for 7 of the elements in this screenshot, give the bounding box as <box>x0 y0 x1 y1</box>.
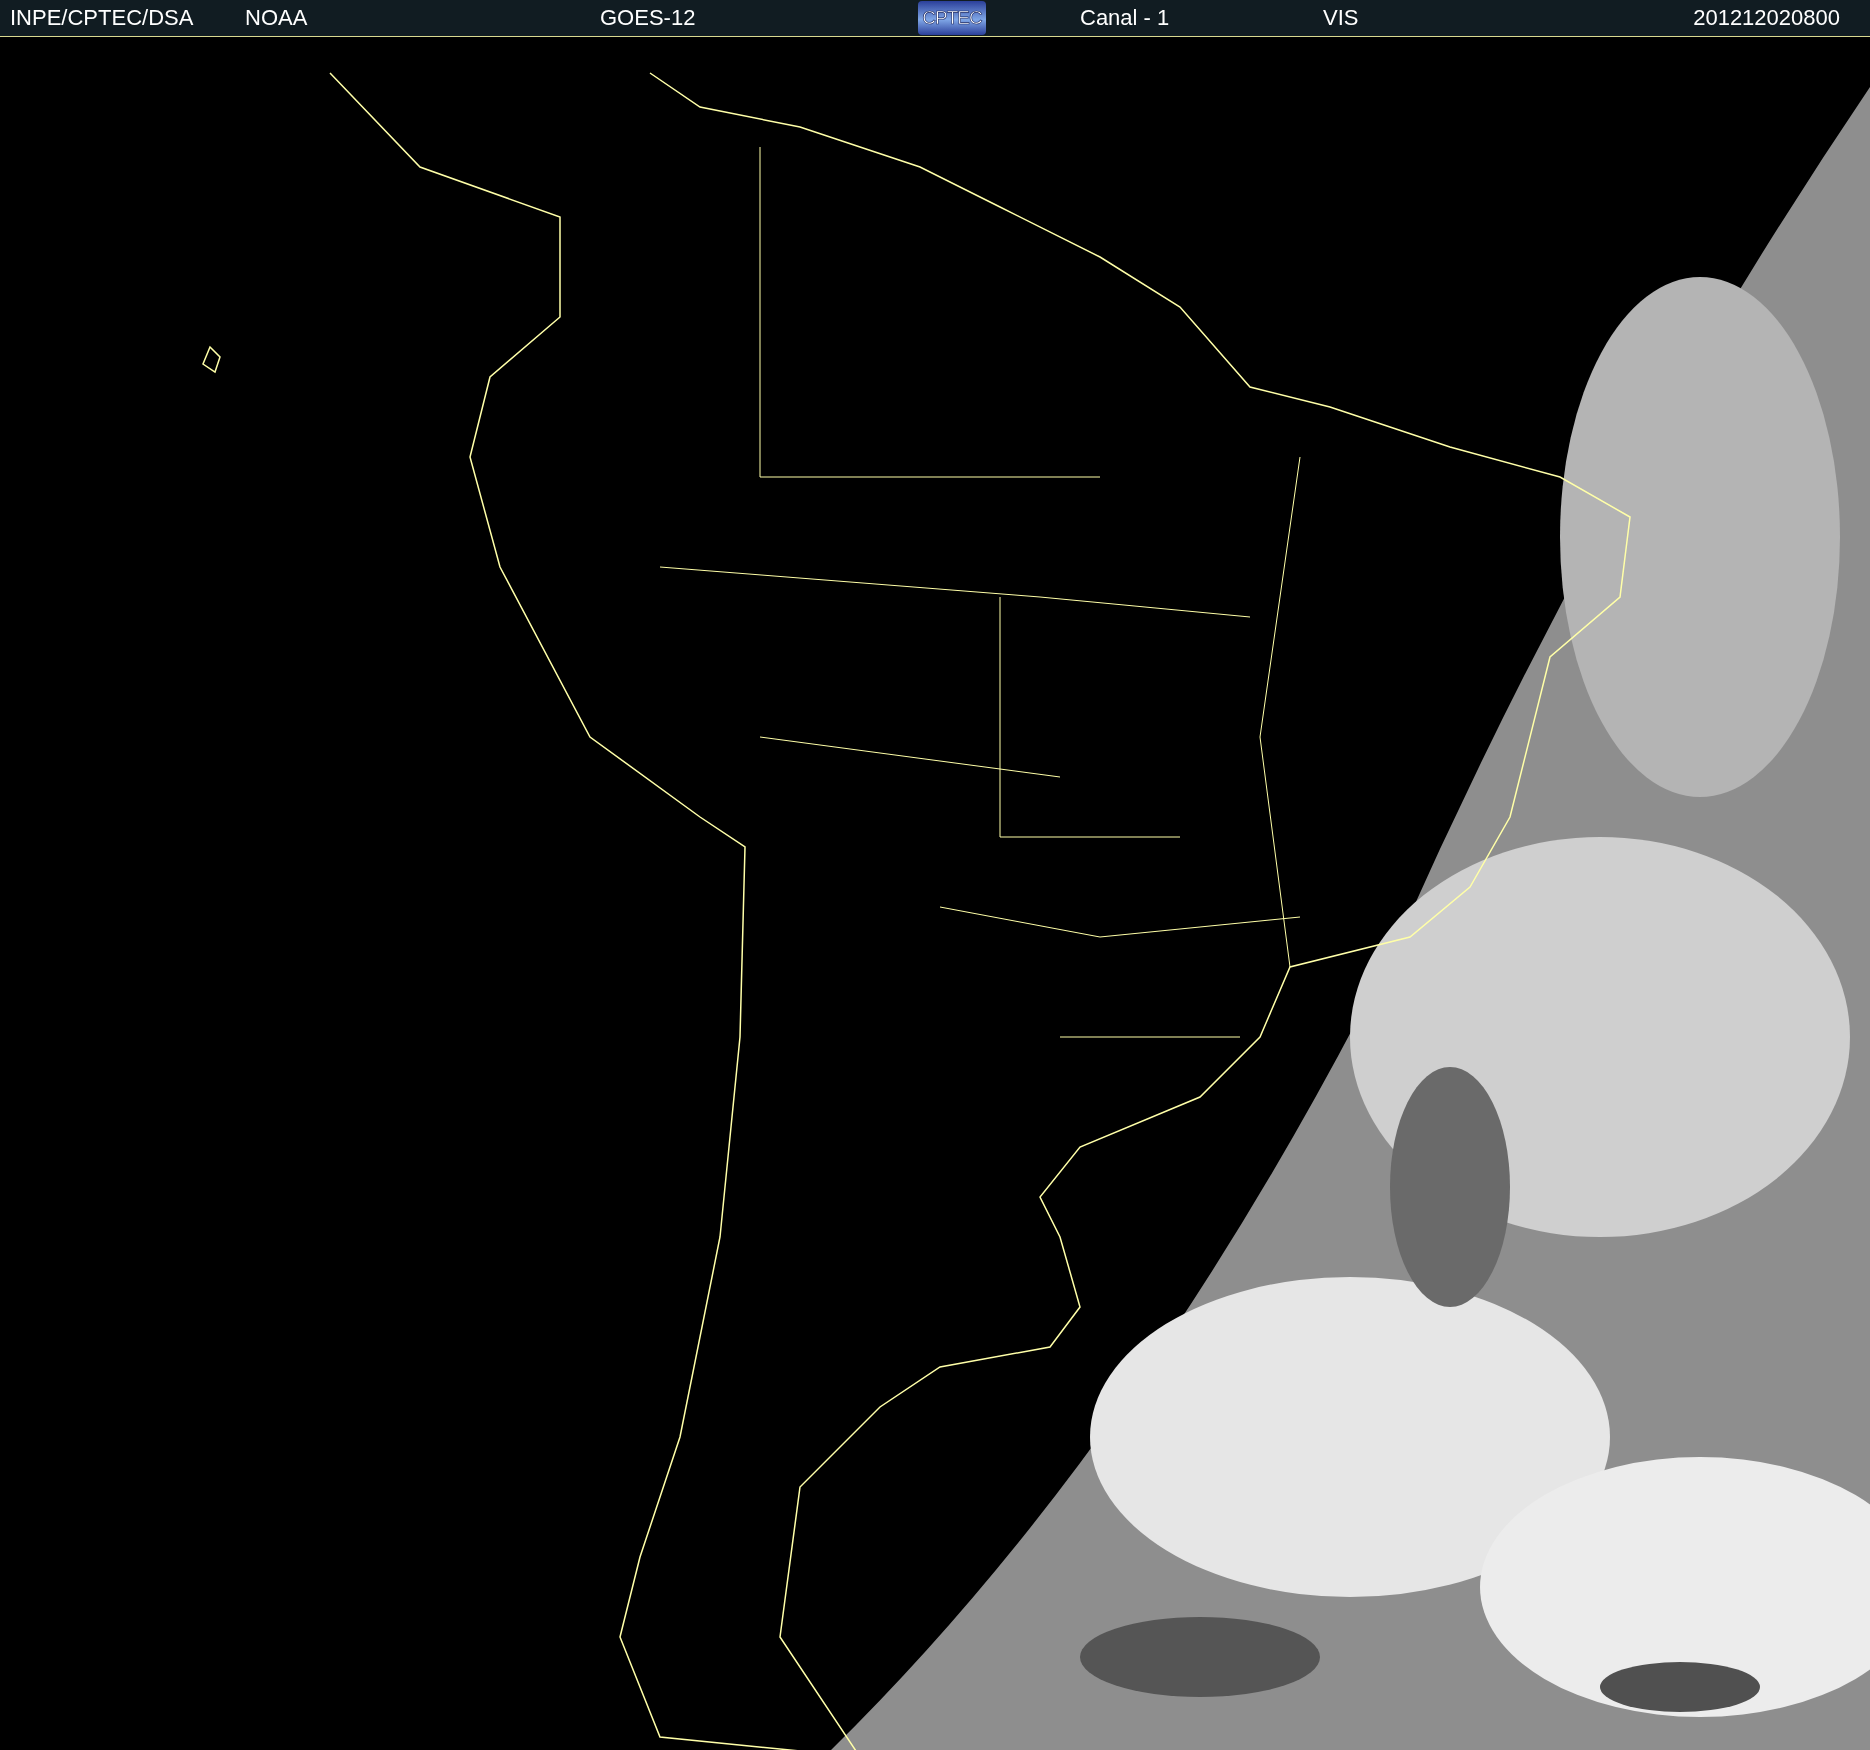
logo: CPTEC <box>918 1 986 35</box>
header-label: INPE/CPTEC/DSA <box>10 5 195 31</box>
satellite-name: GOES-12 <box>600 5 697 31</box>
timestamp: 201212020800 <box>1693 5 1840 31</box>
header-label: NOAA <box>245 5 309 31</box>
channel-label: Canal - 1 <box>1080 5 1171 31</box>
band-label: VIS <box>1323 5 1360 31</box>
